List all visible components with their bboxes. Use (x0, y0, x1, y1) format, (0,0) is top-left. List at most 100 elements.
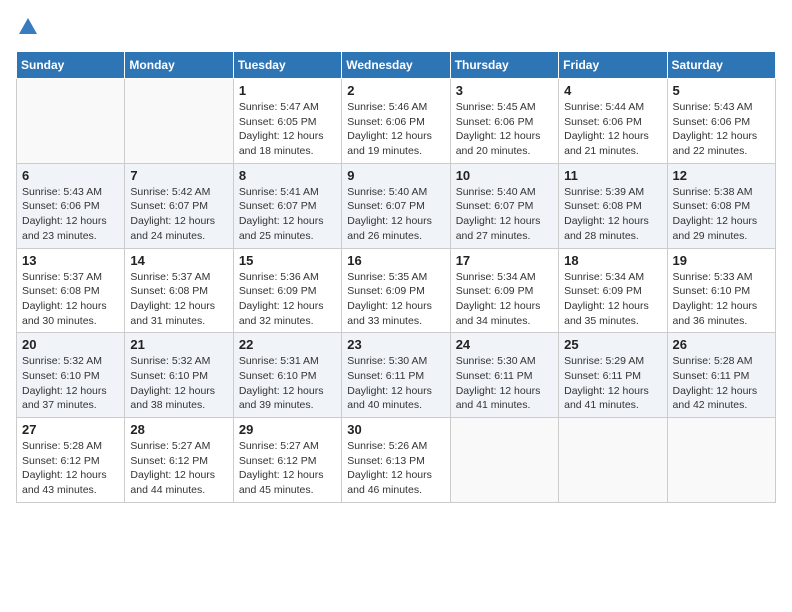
day-number: 29 (239, 422, 336, 437)
day-number: 30 (347, 422, 444, 437)
calendar-cell (125, 79, 233, 164)
logo-line2 (16, 16, 37, 39)
calendar-cell (559, 418, 667, 503)
day-number: 15 (239, 253, 336, 268)
calendar-cell: 6 Sunrise: 5:43 AM Sunset: 6:06 PM Daylig… (17, 163, 125, 248)
day-number: 8 (239, 168, 336, 183)
calendar-cell: 19Sunrise: 5:33 AM Sunset: 6:10 PM Dayli… (667, 248, 775, 333)
week-row-3: 13 Sunrise: 5:37 AM Sunset: 6:08 PM Dayli… (17, 248, 776, 333)
calendar-cell (667, 418, 775, 503)
calendar-cell: 28 Sunrise: 5:27 AM Sunset: 6:12 PM Dayli… (125, 418, 233, 503)
day-number: 5 (673, 83, 770, 98)
day-number: 25 (564, 337, 661, 352)
day-number: 12 (673, 168, 770, 183)
calendar-cell: 8 Sunrise: 5:41 AM Sunset: 6:07 PM Daylig… (233, 163, 341, 248)
cell-info: Sunrise: 5:46 AM Sunset: 6:06 PM Dayligh… (347, 100, 444, 159)
cell-info: Sunrise: 5:34 AM Sunset: 6:09 PM Dayligh… (456, 270, 553, 329)
logo (16, 16, 37, 39)
day-number: 9 (347, 168, 444, 183)
cell-info: Sunrise: 5:31 AM Sunset: 6:10 PM Dayligh… (239, 354, 336, 413)
day-number: 24 (456, 337, 553, 352)
column-header-thursday: Thursday (450, 52, 558, 79)
day-number: 16 (347, 253, 444, 268)
calendar-table: SundayMondayTuesdayWednesdayThursdayFrid… (16, 51, 776, 503)
column-header-friday: Friday (559, 52, 667, 79)
week-row-1: 1 Sunrise: 5:47 AM Sunset: 6:05 PM Daylig… (17, 79, 776, 164)
page-header (16, 16, 776, 39)
cell-info: Sunrise: 5:30 AM Sunset: 6:11 PM Dayligh… (456, 354, 553, 413)
day-number: 14 (130, 253, 227, 268)
cell-info: Sunrise: 5:39 AM Sunset: 6:08 PM Dayligh… (564, 185, 661, 244)
calendar-cell: 24 Sunrise: 5:30 AM Sunset: 6:11 PM Dayli… (450, 333, 558, 418)
calendar-cell: 16 Sunrise: 5:35 AM Sunset: 6:09 PM Dayli… (342, 248, 450, 333)
day-number: 7 (130, 168, 227, 183)
cell-info: Sunrise: 5:27 AM Sunset: 6:12 PM Dayligh… (130, 439, 227, 498)
calendar-cell: 12 Sunrise: 5:38 AM Sunset: 6:08 PM Dayli… (667, 163, 775, 248)
day-number: 3 (456, 83, 553, 98)
calendar-cell: 20 Sunrise: 5:32 AM Sunset: 6:10 PM Dayli… (17, 333, 125, 418)
header-row: SundayMondayTuesdayWednesdayThursdayFrid… (17, 52, 776, 79)
week-row-5: 27Sunrise: 5:28 AM Sunset: 6:12 PM Dayli… (17, 418, 776, 503)
cell-info: Sunrise: 5:30 AM Sunset: 6:11 PM Dayligh… (347, 354, 444, 413)
week-row-2: 6 Sunrise: 5:43 AM Sunset: 6:06 PM Daylig… (17, 163, 776, 248)
day-number: 4 (564, 83, 661, 98)
day-number: 17 (456, 253, 553, 268)
cell-info: Sunrise: 5:42 AM Sunset: 6:07 PM Dayligh… (130, 185, 227, 244)
week-row-4: 20 Sunrise: 5:32 AM Sunset: 6:10 PM Dayli… (17, 333, 776, 418)
cell-info: Sunrise: 5:26 AM Sunset: 6:13 PM Dayligh… (347, 439, 444, 498)
calendar-cell: 30 Sunrise: 5:26 AM Sunset: 6:13 PM Dayli… (342, 418, 450, 503)
day-number: 22 (239, 337, 336, 352)
calendar-cell: 25 Sunrise: 5:29 AM Sunset: 6:11 PM Dayli… (559, 333, 667, 418)
day-number: 1 (239, 83, 336, 98)
calendar-cell: 7 Sunrise: 5:42 AM Sunset: 6:07 PM Daylig… (125, 163, 233, 248)
cell-info: Sunrise: 5:44 AM Sunset: 6:06 PM Dayligh… (564, 100, 661, 159)
calendar-cell: 29 Sunrise: 5:27 AM Sunset: 6:12 PM Dayli… (233, 418, 341, 503)
day-number: 20 (22, 337, 119, 352)
day-number: 27 (22, 422, 119, 437)
calendar-cell: 15 Sunrise: 5:36 AM Sunset: 6:09 PM Dayli… (233, 248, 341, 333)
calendar-body: 1 Sunrise: 5:47 AM Sunset: 6:05 PM Daylig… (17, 79, 776, 503)
calendar-cell: 27Sunrise: 5:28 AM Sunset: 6:12 PM Dayli… (17, 418, 125, 503)
cell-info: Sunrise: 5:41 AM Sunset: 6:07 PM Dayligh… (239, 185, 336, 244)
column-header-saturday: Saturday (667, 52, 775, 79)
calendar-cell: 23Sunrise: 5:30 AM Sunset: 6:11 PM Dayli… (342, 333, 450, 418)
logo-arrow-icon (19, 18, 37, 34)
day-number: 13 (22, 253, 119, 268)
cell-info: Sunrise: 5:33 AM Sunset: 6:10 PM Dayligh… (673, 270, 770, 329)
day-number: 11 (564, 168, 661, 183)
cell-info: Sunrise: 5:43 AM Sunset: 6:06 PM Dayligh… (22, 185, 119, 244)
cell-info: Sunrise: 5:38 AM Sunset: 6:08 PM Dayligh… (673, 185, 770, 244)
cell-info: Sunrise: 5:35 AM Sunset: 6:09 PM Dayligh… (347, 270, 444, 329)
calendar-cell: 2Sunrise: 5:46 AM Sunset: 6:06 PM Daylig… (342, 79, 450, 164)
calendar-header: SundayMondayTuesdayWednesdayThursdayFrid… (17, 52, 776, 79)
calendar-cell: 21 Sunrise: 5:32 AM Sunset: 6:10 PM Dayli… (125, 333, 233, 418)
column-header-tuesday: Tuesday (233, 52, 341, 79)
cell-info: Sunrise: 5:32 AM Sunset: 6:10 PM Dayligh… (130, 354, 227, 413)
day-number: 21 (130, 337, 227, 352)
calendar-cell: 9 Sunrise: 5:40 AM Sunset: 6:07 PM Daylig… (342, 163, 450, 248)
cell-info: Sunrise: 5:45 AM Sunset: 6:06 PM Dayligh… (456, 100, 553, 159)
calendar-cell: 1 Sunrise: 5:47 AM Sunset: 6:05 PM Daylig… (233, 79, 341, 164)
calendar-cell: 14Sunrise: 5:37 AM Sunset: 6:08 PM Dayli… (125, 248, 233, 333)
calendar-cell: 17 Sunrise: 5:34 AM Sunset: 6:09 PM Dayli… (450, 248, 558, 333)
cell-info: Sunrise: 5:37 AM Sunset: 6:08 PM Dayligh… (22, 270, 119, 329)
cell-info: Sunrise: 5:28 AM Sunset: 6:11 PM Dayligh… (673, 354, 770, 413)
cell-info: Sunrise: 5:43 AM Sunset: 6:06 PM Dayligh… (673, 100, 770, 159)
column-header-wednesday: Wednesday (342, 52, 450, 79)
calendar-cell: 13 Sunrise: 5:37 AM Sunset: 6:08 PM Dayli… (17, 248, 125, 333)
cell-info: Sunrise: 5:36 AM Sunset: 6:09 PM Dayligh… (239, 270, 336, 329)
calendar-cell (17, 79, 125, 164)
calendar-cell: 26Sunrise: 5:28 AM Sunset: 6:11 PM Dayli… (667, 333, 775, 418)
day-number: 6 (22, 168, 119, 183)
day-number: 10 (456, 168, 553, 183)
calendar-cell: 3 Sunrise: 5:45 AM Sunset: 6:06 PM Daylig… (450, 79, 558, 164)
day-number: 28 (130, 422, 227, 437)
cell-info: Sunrise: 5:29 AM Sunset: 6:11 PM Dayligh… (564, 354, 661, 413)
cell-info: Sunrise: 5:27 AM Sunset: 6:12 PM Dayligh… (239, 439, 336, 498)
column-header-sunday: Sunday (17, 52, 125, 79)
calendar-cell: 5 Sunrise: 5:43 AM Sunset: 6:06 PM Daylig… (667, 79, 775, 164)
cell-info: Sunrise: 5:40 AM Sunset: 6:07 PM Dayligh… (456, 185, 553, 244)
cell-info: Sunrise: 5:32 AM Sunset: 6:10 PM Dayligh… (22, 354, 119, 413)
cell-info: Sunrise: 5:40 AM Sunset: 6:07 PM Dayligh… (347, 185, 444, 244)
cell-info: Sunrise: 5:47 AM Sunset: 6:05 PM Dayligh… (239, 100, 336, 159)
